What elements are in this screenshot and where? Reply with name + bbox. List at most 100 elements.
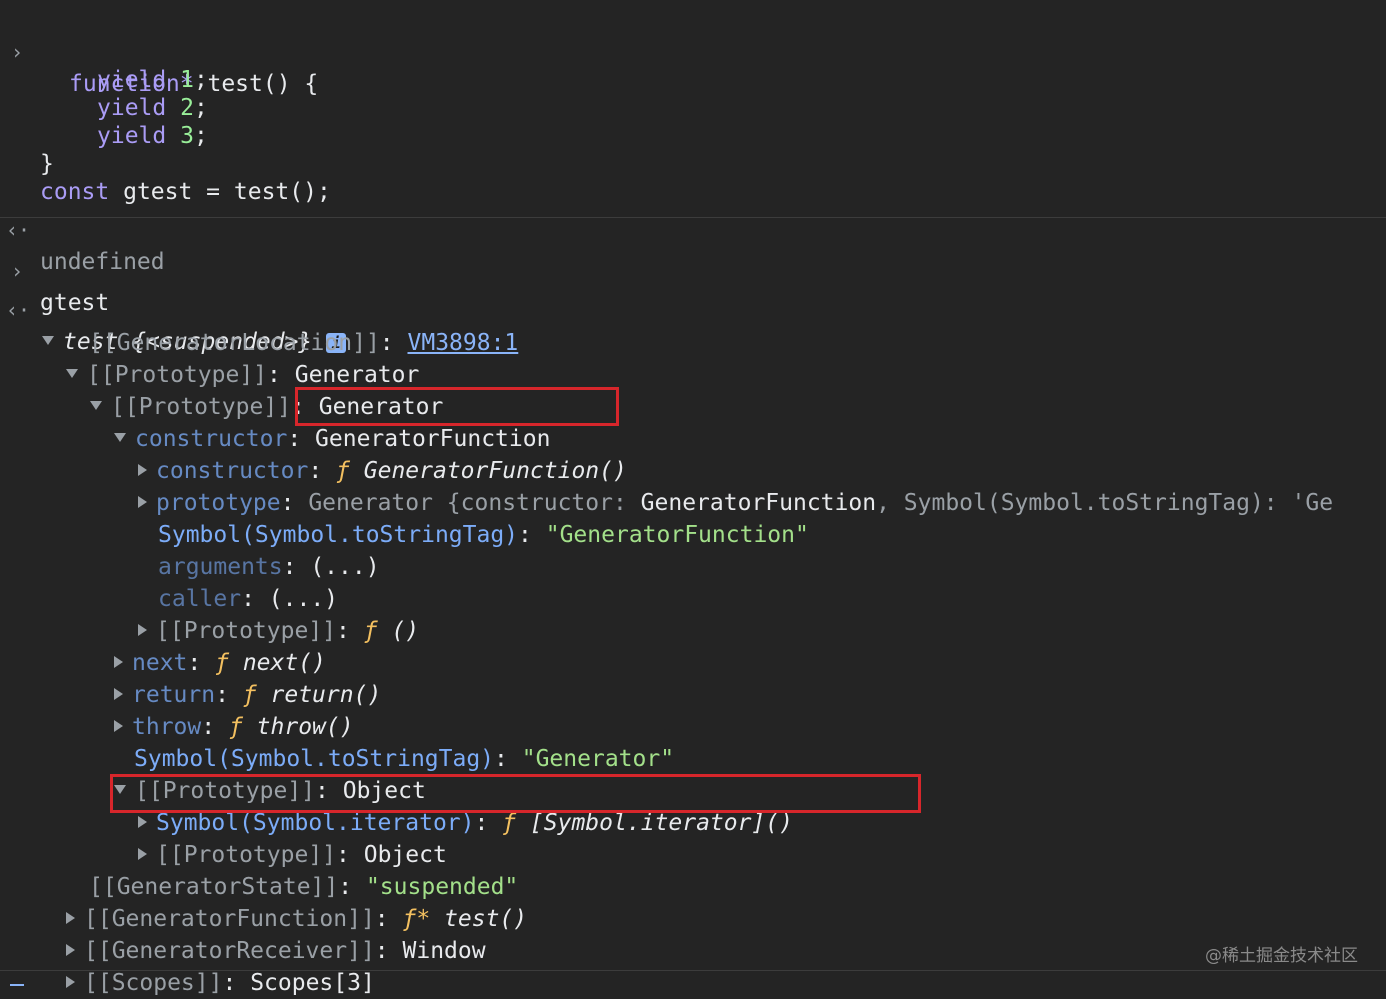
expand-triangle-icon[interactable] xyxy=(138,623,147,636)
value: Object xyxy=(363,842,447,868)
tree-row[interactable]: return: ƒ return() xyxy=(0,647,381,708)
tree-row: [[GeneratorState]]: "suspended" xyxy=(89,874,519,900)
expand-triangle-icon[interactable] xyxy=(138,495,147,508)
number: 3 xyxy=(180,123,194,149)
code-line: const gtest = test(); xyxy=(0,144,331,205)
tree-row: arguments: (...) xyxy=(158,554,380,580)
expand-triangle-icon[interactable] xyxy=(42,336,54,345)
keyword: const xyxy=(40,179,110,205)
expand-triangle-icon[interactable] xyxy=(66,975,75,988)
expand-triangle-icon[interactable] xyxy=(66,943,75,956)
expand-triangle-icon[interactable] xyxy=(66,911,75,924)
divider xyxy=(0,970,1386,971)
tree-row[interactable]: [[GeneratorReceiver]]: Window xyxy=(0,903,486,964)
tree-row[interactable]: throw: ƒ throw() xyxy=(0,679,354,740)
lazy-value[interactable]: (...) xyxy=(310,554,379,580)
punct: ; xyxy=(193,123,208,149)
property-key: constructor xyxy=(135,426,288,452)
tree-row: [[GeneratorLocation]]: VM3898:1 xyxy=(89,330,519,356)
property-key: prototype xyxy=(156,490,281,516)
source-link[interactable]: VM3898:1 xyxy=(408,330,519,356)
value-preview: GeneratorFunction xyxy=(640,490,877,516)
tree-row[interactable]: [[Prototype]]: Object xyxy=(0,743,426,804)
highlight-box xyxy=(295,387,619,426)
property-key: Symbol(Symbol.iterator) xyxy=(156,810,475,836)
internal-key: [[GeneratorReceiver]] xyxy=(84,938,375,964)
expand-triangle-icon[interactable] xyxy=(114,433,126,442)
property-key: return xyxy=(132,682,216,708)
value: Window xyxy=(402,938,486,964)
function-icon: ƒ xyxy=(228,714,243,740)
divider xyxy=(0,217,1386,218)
tree-row[interactable]: prototype: Generator {constructor: Gener… xyxy=(0,455,1333,516)
code-text: test() { xyxy=(193,71,319,97)
expand-triangle-icon[interactable] xyxy=(90,401,102,410)
result-value: undefined xyxy=(40,249,165,275)
console-prompt-icon[interactable] xyxy=(10,984,24,994)
expand-triangle-icon[interactable] xyxy=(138,463,147,476)
internal-key: [[GeneratorFunction]] xyxy=(84,906,375,932)
internal-key: [[Scopes]] xyxy=(84,970,223,996)
console-result-row: ‹· undefined xyxy=(0,182,165,275)
internal-key: [[Prototype]] xyxy=(156,618,337,644)
value-preview: , Symbol(Symbol.toStringTag): 'Ge xyxy=(876,490,1334,516)
number: 2 xyxy=(180,95,194,121)
watermark: @稀土掘金技术社区 xyxy=(1205,946,1358,966)
code-text: gtest = test(); xyxy=(109,179,331,205)
tree-row: Symbol(Symbol.toStringTag): "Generator" xyxy=(134,746,675,772)
tree-row: caller: (...) xyxy=(158,586,339,612)
tree-row[interactable]: [[Prototype]]: Generator xyxy=(0,327,419,388)
string-value: "suspended" xyxy=(365,874,519,900)
highlight-box xyxy=(110,774,921,813)
value: GeneratorFunction() xyxy=(363,458,627,484)
console-input-row[interactable]: › gtest xyxy=(0,223,109,316)
string-value: "GeneratorFunction" xyxy=(545,522,809,548)
tree-row[interactable]: constructor: GeneratorFunction xyxy=(0,391,550,452)
tree-row[interactable]: [[GeneratorFunction]]: ƒ* test() xyxy=(0,871,527,932)
expand-triangle-icon[interactable] xyxy=(114,719,123,732)
keyword: yield xyxy=(97,67,167,93)
function-icon: ƒ xyxy=(502,810,517,836)
tree-row[interactable]: next: ƒ next() xyxy=(0,615,326,676)
value: GeneratorFunction xyxy=(315,426,551,452)
value: throw() xyxy=(256,714,354,740)
value: return() xyxy=(270,682,382,708)
keyword: yield xyxy=(97,95,167,121)
tree-row[interactable]: [[Prototype]]: Generator xyxy=(0,359,443,420)
punct: ; xyxy=(193,95,208,121)
expand-triangle-icon[interactable] xyxy=(114,655,123,668)
tree-row[interactable]: [[Scopes]]: Scopes[3] xyxy=(0,935,375,996)
property-key: arguments xyxy=(158,554,283,580)
tree-row[interactable]: [[Prototype]]: Object xyxy=(0,807,447,868)
value: () xyxy=(391,618,420,644)
code-text: gtest xyxy=(40,290,110,316)
value: Scopes[3] xyxy=(250,970,375,996)
expand-triangle-icon[interactable] xyxy=(138,815,147,828)
value: next() xyxy=(242,650,326,676)
property-key: Symbol(Symbol.toStringTag) xyxy=(158,522,519,548)
tree-root[interactable]: ‹· test {<suspended>} i xyxy=(0,262,347,355)
expand-triangle-icon[interactable] xyxy=(66,369,78,378)
lazy-value[interactable]: (...) xyxy=(269,586,338,612)
value: Generator xyxy=(294,362,420,388)
internal-key: [[Prototype]] xyxy=(111,394,292,420)
value: test() xyxy=(444,906,528,932)
function-icon: ƒ xyxy=(242,682,257,708)
tree-row[interactable]: constructor: ƒ GeneratorFunction() xyxy=(0,423,627,484)
value-preview: Generator {constructor: xyxy=(308,490,641,516)
tree-row[interactable]: Symbol(Symbol.iterator): ƒ [Symbol.itera… xyxy=(0,775,793,836)
function-icon: ƒ xyxy=(215,650,229,676)
internal-key: [[GeneratorState]] xyxy=(89,874,339,900)
expand-triangle-icon[interactable] xyxy=(138,847,147,860)
property-key: constructor xyxy=(156,458,309,484)
keyword: yield xyxy=(97,123,167,149)
number: 1 xyxy=(180,67,194,93)
tree-row[interactable]: [[Prototype]]: ƒ () xyxy=(0,583,419,644)
function-icon: ƒ xyxy=(363,618,378,644)
tree-row: Symbol(Symbol.toStringTag): "GeneratorFu… xyxy=(158,522,809,548)
internal-key: [[Prototype]] xyxy=(87,362,268,388)
value: [Symbol.iterator]() xyxy=(529,810,794,836)
internal-key: [[Prototype]] xyxy=(156,842,337,868)
expand-triangle-icon[interactable] xyxy=(114,687,123,700)
property-key: Symbol(Symbol.toStringTag) xyxy=(134,746,495,772)
